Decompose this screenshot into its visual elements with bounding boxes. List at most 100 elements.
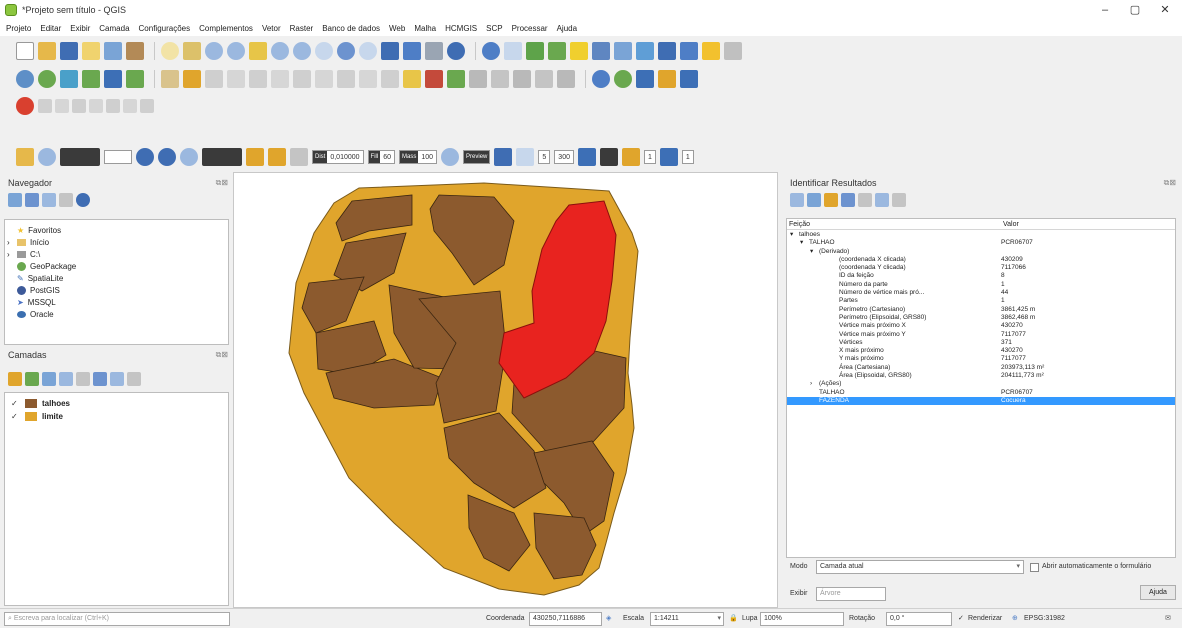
- spin5-spinbox[interactable]: 300: [554, 150, 574, 164]
- browser-item-c-drive[interactable]: › C:\: [7, 248, 226, 260]
- result-row[interactable]: Vértices 371: [787, 339, 1175, 347]
- col-value-header[interactable]: Valor: [1003, 219, 1019, 230]
- run-action-icon[interactable]: [504, 42, 522, 60]
- plugin-grid-icon[interactable]: [494, 148, 513, 166]
- zoom-full-icon[interactable]: [271, 42, 289, 60]
- result-row[interactable]: Partes 1: [787, 297, 1175, 305]
- maximize-button[interactable]: ▢: [1120, 0, 1150, 20]
- menu-camada[interactable]: Camada: [99, 24, 129, 33]
- minimize-button[interactable]: –: [1090, 0, 1120, 20]
- remove-layer-icon[interactable]: [127, 372, 141, 386]
- result-row[interactable]: Área (Cartesiana) 203973,113 m²: [787, 364, 1175, 372]
- result-row[interactable]: Vértice mais próximo Y 7117077: [787, 331, 1175, 339]
- new-project-icon[interactable]: [16, 42, 34, 60]
- plugin-zoom-icon[interactable]: [38, 148, 56, 166]
- col-feature-header[interactable]: Feição: [789, 219, 810, 230]
- select-features-icon[interactable]: [570, 42, 588, 60]
- merge-icon[interactable]: [140, 99, 154, 113]
- result-row[interactable]: X mais próximo 430270: [787, 347, 1175, 355]
- identify-settings-icon[interactable]: [892, 193, 906, 207]
- view-select[interactable]: Árvore: [816, 587, 886, 601]
- shape-icon[interactable]: [72, 99, 86, 113]
- map-svg[interactable]: [234, 173, 778, 608]
- menu-vetor[interactable]: Vetor: [262, 24, 281, 33]
- expand-tree-icon[interactable]: [790, 193, 804, 207]
- add-raster-layer-icon[interactable]: [60, 70, 78, 88]
- add-group-icon[interactable]: [25, 372, 39, 386]
- render-checkbox[interactable]: ✓: [958, 612, 964, 626]
- menu-editar[interactable]: Editar: [40, 24, 61, 33]
- panel-options-icon[interactable]: ⧉⊠: [216, 178, 228, 188]
- browser-item-geopackage[interactable]: GeoPackage: [7, 260, 226, 272]
- identify-features-icon[interactable]: [482, 42, 500, 60]
- plugin-orange-icon[interactable]: [621, 148, 640, 166]
- open-field-calculator-icon[interactable]: [526, 42, 544, 60]
- plugin-draw-icon[interactable]: [16, 148, 34, 166]
- result-row[interactable]: Área (Elipsoidal, GRS80) 204111,773 m²: [787, 372, 1175, 380]
- map-canvas[interactable]: [233, 172, 778, 608]
- zoom-out-icon[interactable]: [227, 42, 245, 60]
- dist-spinbox[interactable]: Dist 0,010000: [312, 150, 364, 164]
- georeferencer-icon[interactable]: [614, 70, 632, 88]
- print-response-icon[interactable]: [875, 193, 889, 207]
- result-row[interactable]: (coordenada X clicada) 430209: [787, 256, 1175, 264]
- delete-selected-icon[interactable]: [271, 70, 289, 88]
- fill-spinbox[interactable]: Fill 60: [367, 150, 396, 164]
- messages-icon[interactable]: ✉: [1165, 612, 1171, 626]
- add-vector-layer-icon[interactable]: [38, 70, 56, 88]
- menu-web[interactable]: Web: [389, 24, 405, 33]
- add-feature-icon[interactable]: [227, 70, 245, 88]
- save-edits-icon[interactable]: [205, 70, 223, 88]
- map-tips-icon[interactable]: [702, 42, 720, 60]
- collapse-tree-icon[interactable]: [807, 193, 821, 207]
- result-row[interactable]: ID da feição 8: [787, 272, 1175, 280]
- result-row[interactable]: ▾ (Derivado): [787, 248, 1175, 256]
- plugin-add-icon[interactable]: [268, 148, 286, 166]
- menu-malha[interactable]: Malha: [414, 24, 436, 33]
- copy-features-icon[interactable]: [315, 70, 333, 88]
- plugin-dark-toggle-icon[interactable]: [60, 148, 100, 166]
- digitize-icon[interactable]: [38, 99, 52, 113]
- layer-item-talhoes[interactable]: ✓ talhoes: [11, 397, 222, 410]
- menu-projeto[interactable]: Projeto: [6, 24, 31, 33]
- expand-new-results-icon[interactable]: [824, 193, 838, 207]
- crs-status[interactable]: EPSG:31982: [1024, 612, 1065, 626]
- plugin-search2-icon[interactable]: [158, 148, 176, 166]
- menu-exibir[interactable]: Exibir: [70, 24, 90, 33]
- menu-ajuda[interactable]: Ajuda: [557, 24, 577, 33]
- open-project-icon[interactable]: [38, 42, 56, 60]
- locator-search-input[interactable]: ⌕ Escreva para localizar (Ctrl+K): [4, 612, 230, 626]
- edit-pencil-icon[interactable]: [161, 70, 179, 88]
- tree-expander[interactable]: ▾: [790, 231, 799, 239]
- result-row[interactable]: ▾ talhoes: [787, 231, 1175, 239]
- plugin-zoom3-icon[interactable]: [441, 148, 460, 166]
- result-row[interactable]: Perímetro (Cartesiano) 3861,425 m: [787, 306, 1175, 314]
- menu-raster[interactable]: Raster: [290, 24, 314, 33]
- plugin-dark-toggle2-icon[interactable]: [202, 148, 242, 166]
- result-row[interactable]: Número da parte 1: [787, 281, 1175, 289]
- plugin-dark-icon[interactable]: [599, 148, 618, 166]
- toggle-editing-icon[interactable]: [183, 70, 201, 88]
- expand-all-icon[interactable]: [93, 372, 107, 386]
- zoom-to-selection-icon[interactable]: [293, 42, 311, 60]
- rotate-label-icon[interactable]: [491, 70, 509, 88]
- help-button[interactable]: Ajuda: [1140, 585, 1176, 600]
- style-layer-icon[interactable]: [8, 372, 22, 386]
- callout-icon[interactable]: [557, 70, 575, 88]
- mode-select[interactable]: Camada atual ▾: [816, 560, 1024, 574]
- new-3d-view-icon[interactable]: [425, 42, 443, 60]
- redo-icon[interactable]: [381, 70, 399, 88]
- close-button[interactable]: ✕: [1150, 0, 1180, 20]
- panel-options-icon[interactable]: ⧉⊠: [1164, 178, 1176, 188]
- browser-item-postgis[interactable]: PostGIS: [7, 284, 226, 296]
- cut-features-icon[interactable]: [293, 70, 311, 88]
- plugin-clock-icon[interactable]: [290, 148, 308, 166]
- pin-labels-icon[interactable]: [425, 70, 443, 88]
- menu-banco-de-dados[interactable]: Banco de dados: [322, 24, 380, 33]
- spin4-spinbox[interactable]: 5: [538, 150, 551, 164]
- save-project-icon[interactable]: [60, 42, 78, 60]
- browser-item-inicio[interactable]: › Início: [7, 236, 226, 248]
- pan-to-selection-icon[interactable]: [183, 42, 201, 60]
- show-labels-icon[interactable]: [447, 70, 465, 88]
- diagram-icon[interactable]: [535, 70, 553, 88]
